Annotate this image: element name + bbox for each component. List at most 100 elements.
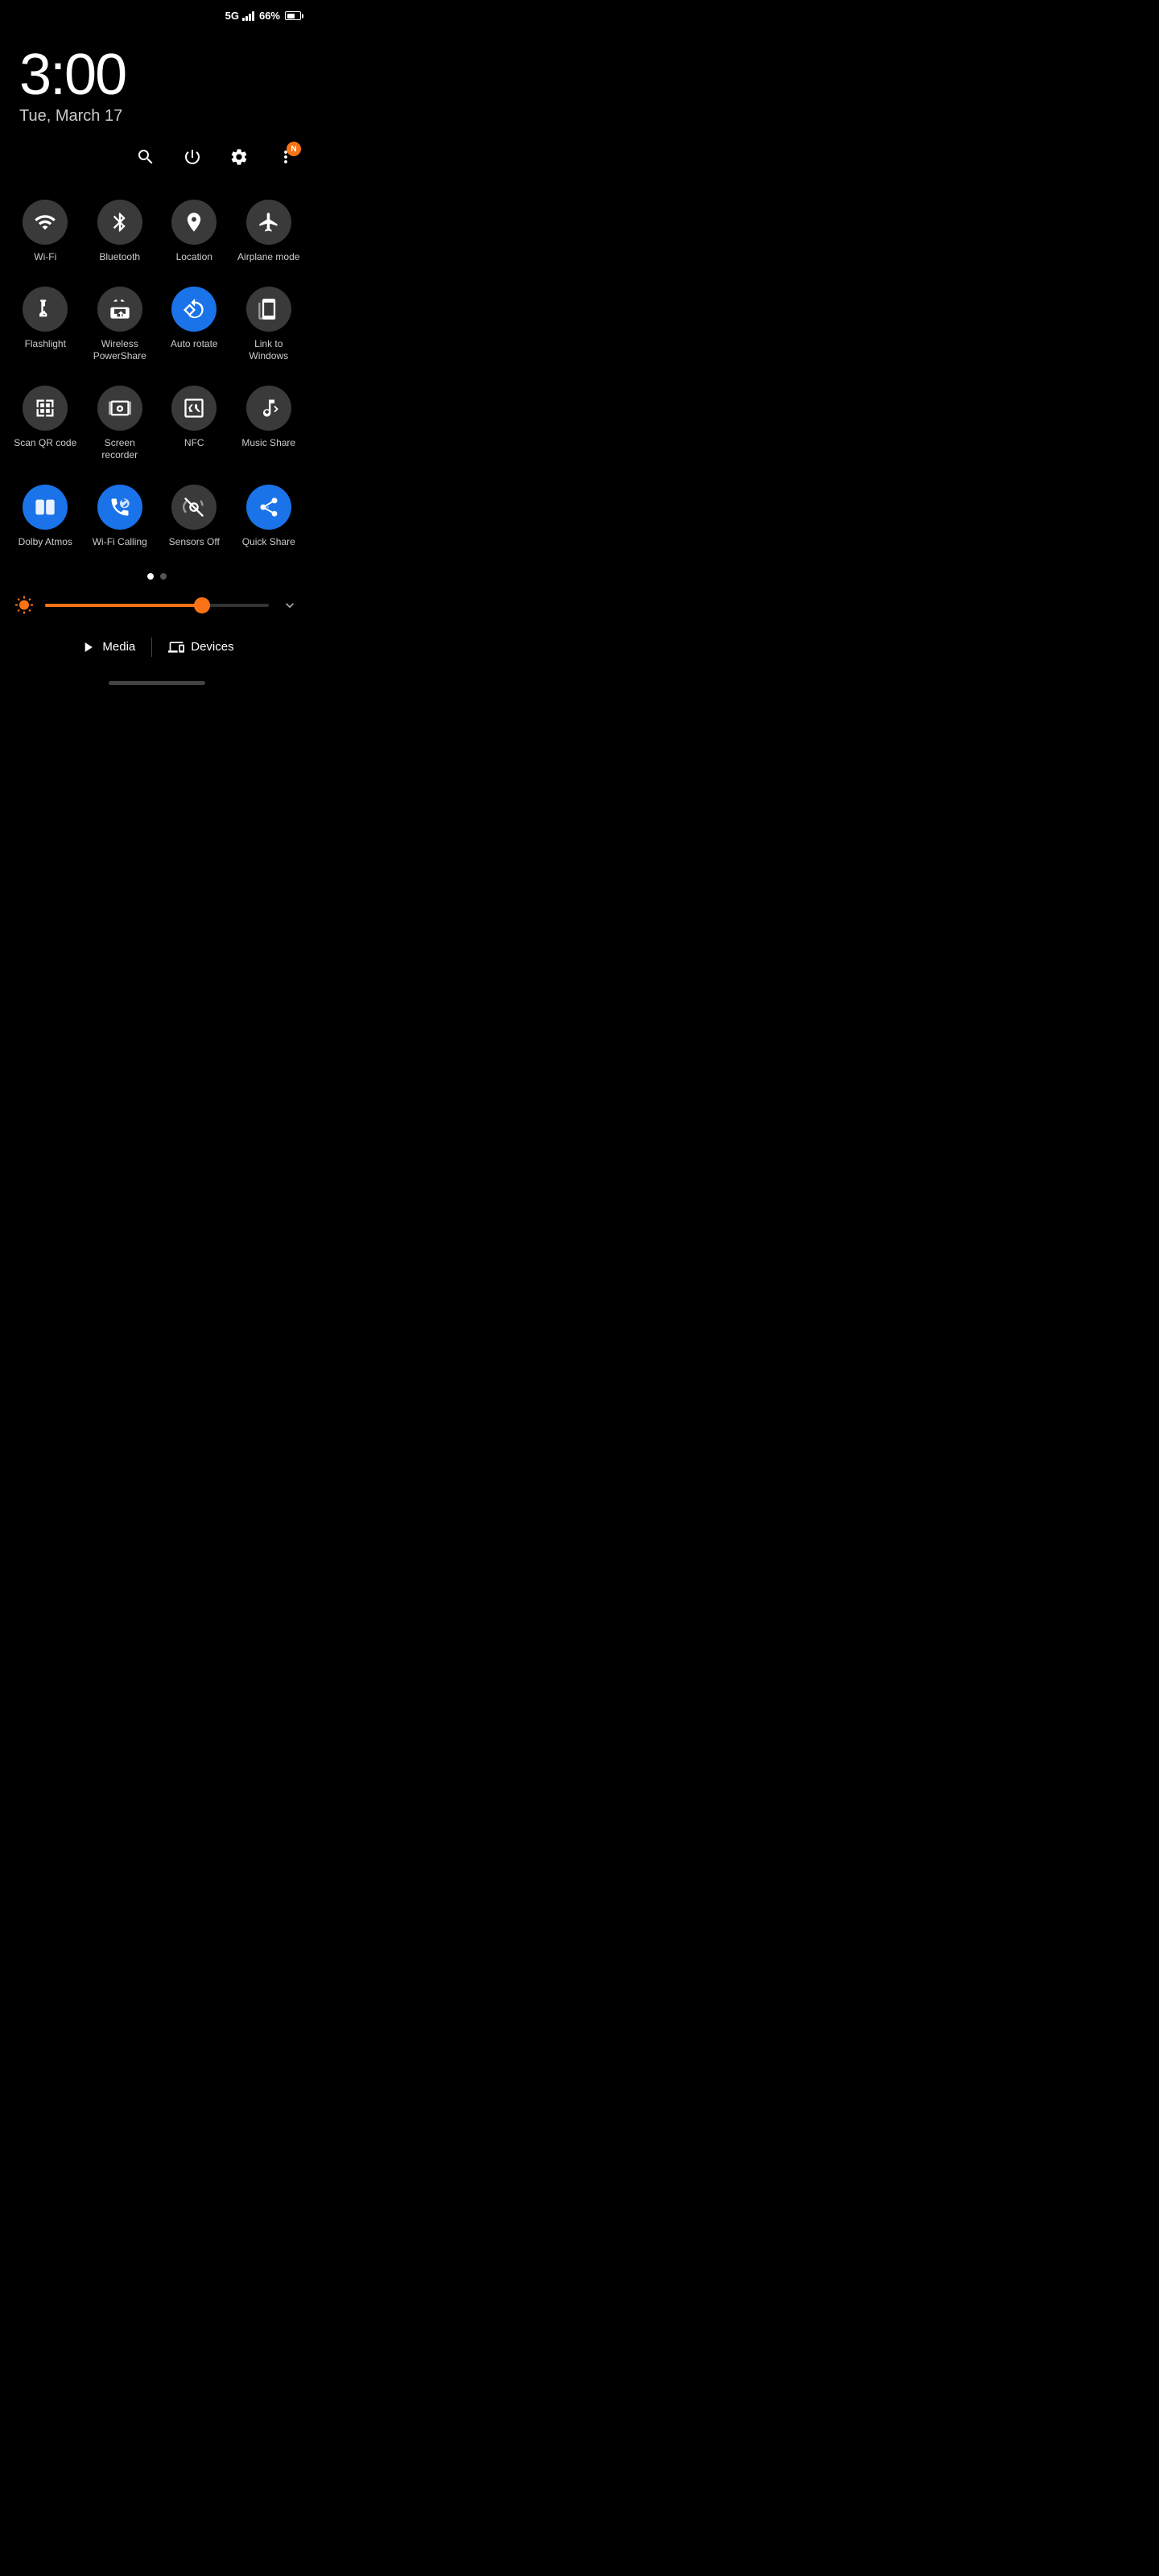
autorotate-circle	[171, 287, 217, 332]
music-share-icon	[258, 397, 280, 419]
dolby-atmos-icon	[34, 496, 56, 518]
dolby-atmos-label: Dolby Atmos	[19, 536, 72, 549]
tile-autorotate[interactable]: Auto rotate	[157, 275, 232, 374]
wireless-powershare-circle	[97, 287, 142, 332]
toolbar: N	[0, 126, 314, 180]
tile-quick-share[interactable]: Quick Share	[232, 473, 307, 560]
devices-label: Devices	[191, 640, 233, 654]
music-share-circle	[246, 386, 291, 431]
tile-scan-qr[interactable]: Scan QR code	[8, 374, 83, 473]
devices-icon	[168, 639, 184, 655]
page-dot-2[interactable]	[160, 573, 167, 580]
nfc-label: NFC	[184, 437, 204, 450]
music-share-label: Music Share	[241, 437, 295, 450]
quick-share-label: Quick Share	[242, 536, 295, 549]
tile-flashlight[interactable]: Flashlight	[8, 275, 83, 374]
flashlight-label: Flashlight	[25, 338, 66, 351]
link-windows-label: Link to Windows	[235, 338, 303, 363]
wireless-powershare-icon	[109, 298, 131, 320]
screen-recorder-label: Screen recorder	[86, 437, 155, 462]
nfc-icon	[183, 397, 205, 419]
settings-icon	[229, 147, 249, 167]
screen-recorder-circle	[97, 386, 142, 431]
tile-bluetooth[interactable]: Bluetooth	[83, 188, 158, 275]
sensors-off-circle	[171, 485, 217, 530]
clock-date: Tue, March 17	[19, 107, 295, 126]
bluetooth-circle	[97, 200, 142, 245]
sensors-off-label: Sensors Off	[169, 536, 220, 549]
scan-qr-icon	[34, 397, 56, 419]
search-icon	[136, 147, 155, 167]
scan-qr-circle	[23, 386, 68, 431]
autorotate-icon	[183, 298, 205, 320]
airplane-label: Airplane mode	[237, 251, 299, 264]
menu-button[interactable]: N	[270, 142, 301, 172]
scan-qr-label: Scan QR code	[14, 437, 76, 450]
brightness-icon	[13, 594, 35, 617]
power-icon	[183, 147, 202, 167]
clock-section: 3:00 Tue, March 17	[0, 27, 314, 126]
devices-button[interactable]: Devices	[152, 633, 250, 662]
page-dots	[0, 560, 314, 588]
wifi-circle	[23, 200, 68, 245]
page-dot-1[interactable]	[147, 573, 154, 580]
location-circle	[171, 200, 217, 245]
network-type: 5G	[225, 10, 239, 22]
airplane-circle	[246, 200, 291, 245]
wifi-calling-circle	[97, 485, 142, 530]
flashlight-circle	[23, 287, 68, 332]
quick-tiles-grid: Wi-Fi Bluetooth Location Airplane mode	[0, 180, 314, 560]
brightness-row	[0, 588, 314, 623]
home-indicator	[109, 681, 205, 685]
media-play-icon	[80, 639, 96, 655]
brightness-track[interactable]	[45, 604, 269, 607]
brightness-expand-button[interactable]	[278, 594, 301, 617]
brightness-fill	[45, 604, 202, 607]
sensors-off-icon	[183, 496, 205, 518]
tile-airplane[interactable]: Airplane mode	[232, 188, 307, 275]
tile-nfc[interactable]: NFC	[157, 374, 232, 473]
nfc-circle	[171, 386, 217, 431]
location-label: Location	[176, 251, 212, 264]
tile-dolby-atmos[interactable]: Dolby Atmos	[8, 473, 83, 560]
tile-sensors-off[interactable]: Sensors Off	[157, 473, 232, 560]
quick-share-circle	[246, 485, 291, 530]
settings-button[interactable]	[224, 142, 254, 172]
power-button[interactable]	[177, 142, 208, 172]
location-icon	[183, 211, 205, 233]
wifi-label: Wi-Fi	[34, 251, 56, 264]
sun-icon	[14, 596, 34, 615]
signal-info: 5G	[225, 10, 254, 22]
battery-percent: 66%	[259, 10, 280, 22]
bluetooth-icon	[109, 211, 131, 233]
chevron-down-icon	[282, 597, 298, 613]
tile-screen-recorder[interactable]: Screen recorder	[83, 374, 158, 473]
tile-wireless-powershare[interactable]: Wireless PowerShare	[83, 275, 158, 374]
wifi-calling-icon	[109, 496, 131, 518]
wireless-powershare-label: Wireless PowerShare	[86, 338, 155, 363]
screen-recorder-icon	[109, 397, 131, 419]
wifi-icon	[34, 211, 56, 233]
tile-link-windows[interactable]: Link to Windows	[232, 275, 307, 374]
airplane-icon	[258, 211, 280, 233]
bluetooth-label: Bluetooth	[99, 251, 140, 264]
link-windows-icon	[258, 298, 280, 320]
tile-wifi-calling[interactable]: Wi-Fi Calling	[83, 473, 158, 560]
tile-wifi[interactable]: Wi-Fi	[8, 188, 83, 275]
notification-badge: N	[287, 142, 301, 156]
brightness-thumb[interactable]	[194, 597, 210, 613]
flashlight-icon	[34, 298, 56, 320]
signal-bars	[242, 11, 254, 21]
search-button[interactable]	[130, 142, 161, 172]
clock-time: 3:00	[19, 46, 295, 104]
dolby-atmos-circle	[23, 485, 68, 530]
tile-music-share[interactable]: Music Share	[232, 374, 307, 473]
battery-icon	[285, 11, 301, 20]
autorotate-label: Auto rotate	[171, 338, 218, 351]
link-windows-circle	[246, 287, 291, 332]
wifi-calling-label: Wi-Fi Calling	[93, 536, 147, 549]
tile-location[interactable]: Location	[157, 188, 232, 275]
status-bar: 5G 66%	[0, 0, 314, 27]
quick-share-icon	[258, 496, 280, 518]
media-button[interactable]: Media	[64, 633, 151, 662]
